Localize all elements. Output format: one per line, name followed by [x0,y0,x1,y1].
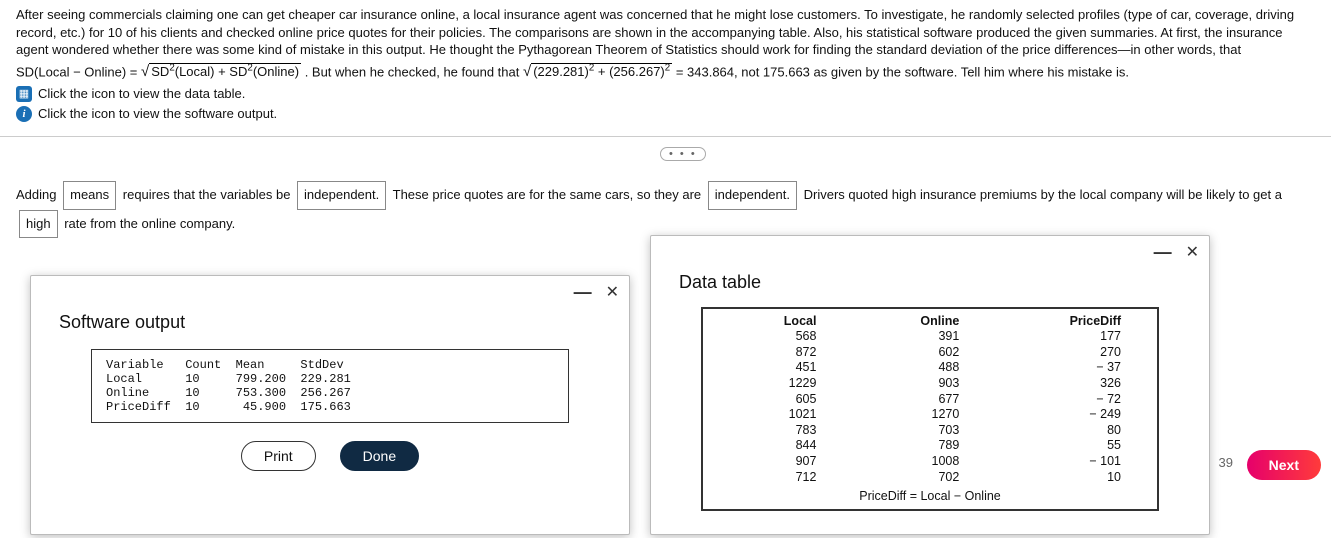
table-icon: ▦ [16,86,32,102]
data-table: Local Online PriceDiff 56839117787260227… [711,313,1149,485]
col-local: Local [711,313,844,329]
table-cell: 702 [844,470,987,486]
table-cell: 783 [711,423,844,439]
ans-text-3: These price quotes are for the same cars… [393,187,702,202]
table-row: 872602270 [711,345,1149,361]
table-cell: 270 [987,345,1149,361]
table-row: 71270210 [711,470,1149,486]
data-table-frame: Local Online PriceDiff 56839117787260227… [701,307,1159,511]
formula-lhs-label: SD(Local − Online) = [16,64,141,79]
table-row: 9071008− 101 [711,454,1149,470]
table-cell: − 37 [987,360,1149,376]
table-cell: 177 [987,329,1149,345]
software-output-table: Variable Count Mean StdDev Local 10 799.… [91,349,569,423]
table-row: 78370380 [711,423,1149,439]
problem-statement: After seeing commercials claiming one ca… [0,0,1331,61]
page-badge: 39 [1219,455,1233,470]
table-cell: 568 [711,329,844,345]
info-icon: i [16,106,32,122]
data-table-footer: PriceDiff = Local − Online [711,485,1149,503]
ans-text-1: Adding [16,187,56,202]
table-row: 605677− 72 [711,392,1149,408]
table-cell: − 101 [987,454,1149,470]
data-table-title: Data table [651,268,1209,301]
table-cell: 391 [844,329,987,345]
table-cell: 844 [711,438,844,454]
formula-line: SD(Local − Online) = √SD2(Local) + SD2(O… [0,61,1331,84]
table-cell: 55 [987,438,1149,454]
answer-select-3[interactable]: independent. [708,181,797,210]
table-cell: 326 [987,376,1149,392]
table-cell: 488 [844,360,987,376]
table-row: 1229903326 [711,376,1149,392]
data-table-dialog: — ✕ Data table Local Online PriceDiff 56… [650,235,1210,535]
minimize-icon[interactable]: — [574,287,592,297]
ans-text-4: Drivers quoted high insurance premiums b… [804,187,1282,202]
view-software-output-label: Click the icon to view the software outp… [38,106,277,121]
table-cell: 1021 [711,407,844,423]
software-output-dialog: — ✕ Software output Variable Count Mean … [30,275,630,535]
view-data-table-link[interactable]: ▦ Click the icon to view the data table. [0,84,1331,104]
col-pricediff: PriceDiff [987,313,1149,329]
table-cell: 703 [844,423,987,439]
table-row: 84478955 [711,438,1149,454]
table-cell: 602 [844,345,987,361]
formula-sqrt-nums: √(229.281)2 + (256.267)2 [523,64,676,79]
ans-text-5: rate from the online company. [64,216,235,231]
print-button[interactable]: Print [241,441,316,471]
answer-select-2[interactable]: independent. [297,181,386,210]
table-cell: − 249 [987,407,1149,423]
table-cell: 712 [711,470,844,486]
answer-select-4[interactable]: high [19,210,58,239]
formula-sqrt-sd: √SD2(Local) + SD2(Online) [141,64,305,79]
ans-text-2: requires that the variables be [123,187,291,202]
close-icon[interactable]: ✕ [606,282,619,302]
table-cell: 872 [711,345,844,361]
answer-select-1[interactable]: means [63,181,116,210]
table-cell: 1229 [711,376,844,392]
view-data-table-label: Click the icon to view the data table. [38,86,245,101]
next-button[interactable]: Next [1247,450,1321,480]
table-row: 568391177 [711,329,1149,345]
done-button[interactable]: Done [340,441,419,471]
ellipsis-icon[interactable]: • • • [660,147,706,161]
close-icon[interactable]: ✕ [1186,242,1199,262]
table-cell: 1270 [844,407,987,423]
table-cell: 1008 [844,454,987,470]
table-cell: 677 [844,392,987,408]
table-cell: 451 [711,360,844,376]
table-cell: 789 [844,438,987,454]
table-cell: 903 [844,376,987,392]
view-software-output-link[interactable]: i Click the icon to view the software ou… [0,104,1331,124]
table-cell: 907 [711,454,844,470]
minimize-icon[interactable]: — [1154,247,1172,257]
table-row: 10211270− 249 [711,407,1149,423]
formula-tail-text: = 343.864, not 175.663 as given by the s… [676,64,1129,79]
table-cell: 80 [987,423,1149,439]
formula-mid-text: . But when he checked, he found that [305,64,523,79]
table-cell: 10 [987,470,1149,486]
software-output-title: Software output [31,308,629,341]
table-row: 451488− 37 [711,360,1149,376]
col-online: Online [844,313,987,329]
table-cell: − 72 [987,392,1149,408]
table-cell: 605 [711,392,844,408]
